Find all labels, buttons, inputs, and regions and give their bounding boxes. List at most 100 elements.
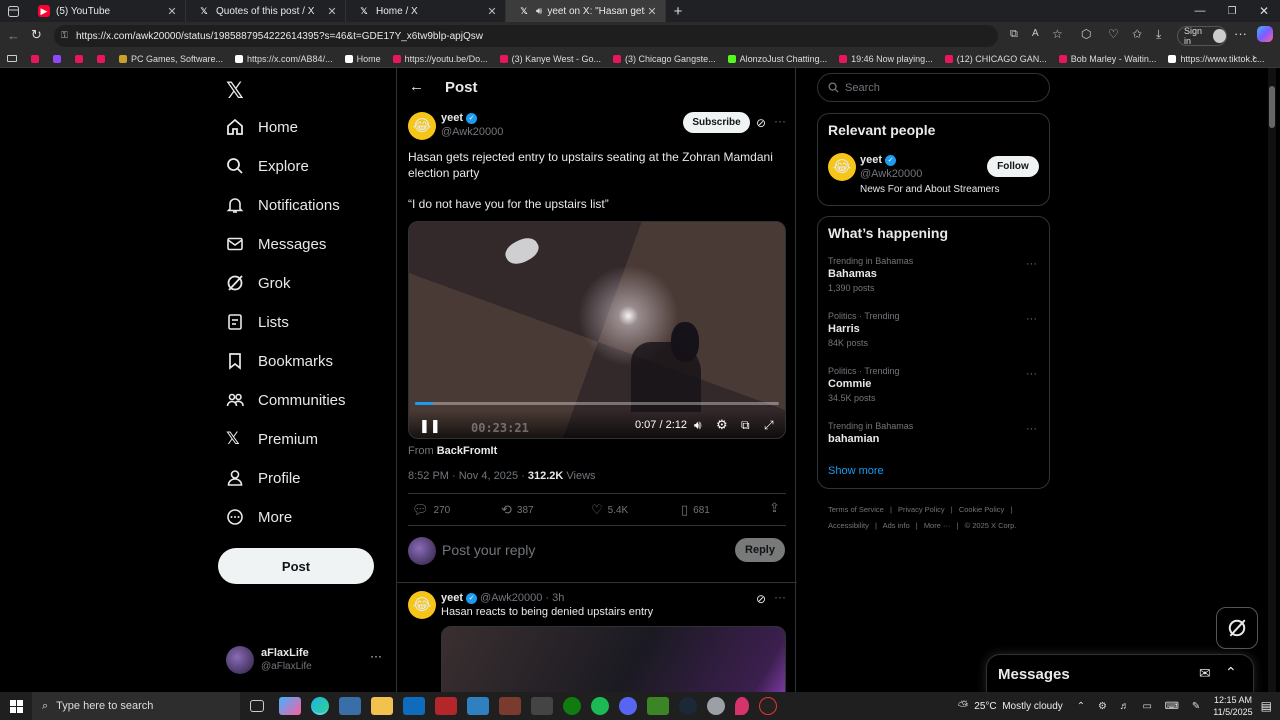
nav-grok[interactable]: Grok bbox=[226, 271, 291, 295]
nav-notifications[interactable]: Notifications bbox=[226, 193, 340, 217]
person-handle[interactable]: @Awk20000 bbox=[860, 168, 922, 180]
trend-item[interactable]: Politics · Trending Commie 34.5K posts bbox=[828, 366, 900, 403]
bookmarks-app-icon[interactable] bbox=[7, 55, 17, 62]
account-switcher[interactable]: aFlaxLife @aFlaxLife ··· bbox=[226, 646, 386, 676]
terms-link[interactable]: Terms of Service bbox=[828, 505, 884, 514]
volume-icon[interactable]: 🔊︎ bbox=[694, 418, 702, 433]
trend-item[interactable]: Trending in Bahamas Bahamas 1,390 posts bbox=[828, 256, 913, 293]
nav-bookmarks[interactable]: Bookmarks bbox=[226, 349, 333, 373]
bookmark-item[interactable] bbox=[31, 54, 43, 63]
grok-icon[interactable]: ⊘ bbox=[756, 116, 766, 130]
nav-communities[interactable]: Communities bbox=[226, 388, 346, 412]
nav-premium[interactable]: 𝕏 Premium bbox=[226, 427, 318, 451]
close-icon[interactable]: ✕ bbox=[485, 5, 499, 18]
xbox-icon[interactable] bbox=[563, 697, 581, 715]
more-icon[interactable]: ··· bbox=[1026, 368, 1037, 380]
nav-profile[interactable]: Profile bbox=[226, 466, 301, 490]
page-scrollbar[interactable] bbox=[1268, 68, 1276, 692]
browser-tab-active-post[interactable]: 𝕏 🔊︎ yeet on X: "Hasan gets rejec ✕ bbox=[506, 0, 666, 22]
follow-button[interactable]: Follow bbox=[987, 156, 1039, 177]
url-field[interactable]: ⚿ https://x.com/awk20000/status/19858879… bbox=[54, 25, 998, 47]
author-name[interactable]: yeet bbox=[441, 592, 463, 604]
extensions-icon[interactable]: ⬡ bbox=[1081, 27, 1091, 41]
close-icon[interactable]: ✕ bbox=[645, 5, 659, 18]
tab-actions-icon[interactable] bbox=[0, 0, 26, 22]
bookmark-item[interactable]: (3) Chicago Gangste... bbox=[613, 54, 716, 64]
scrollbar-thumb[interactable] bbox=[1269, 86, 1275, 128]
settings-icon[interactable]: ⚙ bbox=[716, 417, 728, 433]
bookmark-item[interactable] bbox=[75, 54, 87, 63]
maps-icon[interactable] bbox=[735, 697, 749, 715]
app-icon[interactable] bbox=[707, 697, 725, 715]
bookmark-item[interactable] bbox=[53, 54, 65, 63]
settings-more-icon[interactable]: ··· bbox=[1234, 26, 1247, 41]
minimize-button[interactable]: — bbox=[1184, 5, 1216, 17]
more-icon[interactable]: ··· bbox=[1026, 423, 1037, 435]
app-icon[interactable] bbox=[435, 697, 457, 715]
repost-action[interactable]: ⟲ 387 bbox=[501, 502, 534, 518]
spotify-icon[interactable] bbox=[591, 697, 609, 715]
person-name[interactable]: yeet bbox=[860, 154, 882, 166]
back-arrow-icon[interactable]: ← bbox=[409, 78, 424, 95]
video-player[interactable]: 00:23:21 ❚❚ 0:07 / 2:12 🔊︎ ⚙ ⧉ ⤢ bbox=[408, 221, 786, 439]
maximize-button[interactable]: ❐ bbox=[1216, 6, 1248, 17]
close-icon[interactable]: ✕ bbox=[165, 5, 179, 18]
more-icon[interactable]: ··· bbox=[370, 649, 382, 663]
bookmark-item[interactable]: Bob Marley - Waitin... bbox=[1058, 54, 1156, 64]
start-icon[interactable] bbox=[0, 699, 32, 713]
nav-more[interactable]: More bbox=[226, 505, 292, 529]
speaker-icon[interactable]: 🔊︎ bbox=[536, 6, 542, 17]
favorites-icon[interactable]: ✩ bbox=[1132, 27, 1142, 41]
bookmark-action[interactable]: ▯ 681 bbox=[681, 502, 710, 518]
app-icon[interactable] bbox=[499, 697, 521, 715]
tweet-timestamp[interactable]: 8:52 PM · Nov 4, 2025 · bbox=[408, 470, 525, 482]
new-tab-button[interactable]: + bbox=[666, 3, 690, 20]
bookmark-item[interactable]: (3) Kanye West - Go... bbox=[499, 54, 601, 64]
reply-input[interactable]: Post your reply bbox=[442, 542, 535, 558]
new-message-icon[interactable]: ✉ bbox=[1199, 665, 1211, 682]
edge-icon[interactable] bbox=[311, 697, 329, 715]
more-link[interactable]: More ··· bbox=[924, 521, 951, 530]
app-icon[interactable] bbox=[467, 697, 489, 715]
bookmark-item[interactable]: https://www.tiktok.c... bbox=[1168, 54, 1264, 64]
discord-icon[interactable] bbox=[619, 697, 637, 715]
read-aloud-icon[interactable]: A bbox=[1032, 28, 1039, 39]
nav-lists[interactable]: Lists bbox=[226, 310, 289, 334]
clock-date[interactable]: 11/5/2025 bbox=[1213, 706, 1252, 718]
window-close-button[interactable]: ✕ bbox=[1248, 4, 1280, 18]
downloads-icon[interactable]: ⤓ bbox=[1156, 27, 1161, 42]
search-box[interactable]: Search bbox=[817, 73, 1050, 102]
from-source[interactable]: BackFromIt bbox=[437, 445, 498, 457]
trend-item[interactable]: Politics · Trending Harris 84K posts bbox=[828, 311, 900, 348]
outlook-icon[interactable] bbox=[403, 697, 425, 715]
notifications-icon[interactable]: ▤ bbox=[1261, 699, 1272, 713]
back-icon[interactable]: ← bbox=[7, 28, 20, 43]
browser-essentials-icon[interactable]: ♡ bbox=[1108, 27, 1119, 41]
bookmark-item[interactable]: (12) CHICAGO GAN... bbox=[944, 54, 1047, 64]
weather-icon[interactable]: ⛅︎ bbox=[958, 698, 968, 714]
browser-tab-quotes[interactable]: 𝕏 Quotes of this post / X ✕ bbox=[186, 0, 346, 22]
ads-info-link[interactable]: Ads info bbox=[883, 521, 910, 530]
expand-icon[interactable]: ⌃ bbox=[1225, 664, 1237, 681]
bookmark-item[interactable] bbox=[97, 54, 109, 63]
more-icon[interactable]: ··· bbox=[774, 114, 786, 128]
like-action[interactable]: ♡ 5.4K bbox=[591, 502, 628, 518]
more-icon[interactable]: ··· bbox=[1026, 258, 1037, 270]
grok-icon[interactable]: ⊘ bbox=[756, 592, 766, 606]
fullscreen-icon[interactable]: ⤢ bbox=[764, 418, 774, 433]
x-logo-icon[interactable]: 𝕏 bbox=[226, 78, 244, 104]
author-handle[interactable]: @Awk20000 · 3h bbox=[480, 592, 564, 604]
media-thumbnail[interactable] bbox=[441, 626, 786, 692]
app-icon[interactable] bbox=[759, 697, 777, 715]
subscribe-button[interactable]: Subscribe bbox=[683, 112, 750, 133]
favorite-star-icon[interactable]: ☆ bbox=[1052, 27, 1063, 41]
taskbar-search[interactable]: ⌕ Type here to search bbox=[32, 692, 240, 720]
browser-tab-youtube[interactable]: ▶ (5) YouTube ✕ bbox=[26, 0, 186, 22]
browser-tab-home[interactable]: 𝕏 Home / X ✕ bbox=[346, 0, 506, 22]
bookmarks-overflow-icon[interactable]: › bbox=[1252, 52, 1256, 64]
nav-messages[interactable]: Messages bbox=[226, 232, 326, 256]
reply-button[interactable]: Reply bbox=[735, 538, 785, 562]
show-more-link[interactable]: Show more bbox=[828, 465, 884, 477]
nav-home[interactable]: Home bbox=[226, 115, 298, 139]
pip-icon[interactable]: ⧉ bbox=[741, 418, 750, 433]
